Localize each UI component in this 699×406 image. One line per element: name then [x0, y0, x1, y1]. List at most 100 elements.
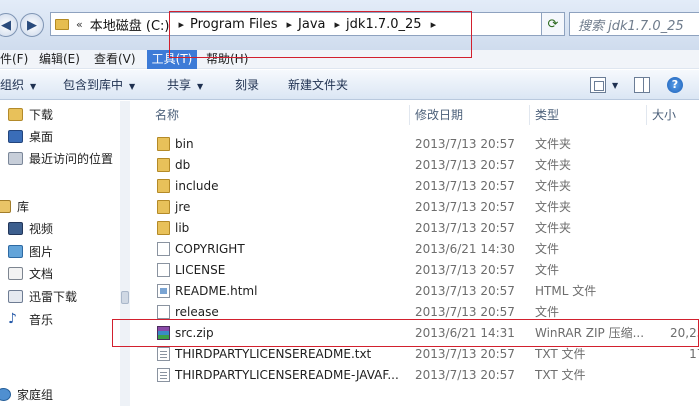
file-type: HTML 文件: [535, 284, 597, 298]
column-header-name[interactable]: 名称: [155, 101, 179, 129]
menu-view[interactable]: 查看(V): [94, 50, 136, 69]
column-header-date[interactable]: 修改日期: [415, 101, 463, 129]
file-name: db: [175, 158, 191, 172]
burn-button[interactable]: 刻录: [235, 70, 259, 100]
column-divider[interactable]: [646, 105, 647, 125]
file-row[interactable]: lib 2013/7/13 20:57 文件夹: [131, 218, 699, 239]
file-size: 172: [689, 347, 699, 361]
command-bar: 组织 ▼ 包含到库中 ▼ 共享 ▼ 刻录 新建文件夹 ▼ ?: [0, 70, 699, 100]
nav-label: 下载: [29, 107, 54, 122]
documents-library-icon: [8, 266, 23, 280]
nav-item-libraries[interactable]: 库: [0, 195, 29, 217]
column-divider[interactable]: [409, 105, 410, 125]
dropdown-arrow-icon: ▼: [197, 82, 204, 91]
file-type: 文件: [535, 263, 560, 277]
chevron-right-icon[interactable]: ▸: [431, 18, 437, 31]
menu-tools[interactable]: 工具(T): [147, 49, 197, 69]
video-library-icon: [8, 221, 23, 235]
column-header-type[interactable]: 类型: [535, 101, 559, 129]
file-type: 文件夹: [535, 221, 572, 235]
column-divider[interactable]: [529, 105, 530, 125]
nav-label: 桌面: [29, 129, 54, 144]
breadcrumb-overflow[interactable]: «: [76, 18, 83, 31]
menu-help[interactable]: 帮助(H): [206, 50, 248, 69]
breadcrumb-java[interactable]: Java: [298, 17, 325, 32]
homegroup-icon: [0, 387, 11, 401]
chevron-right-icon[interactable]: ▸: [178, 18, 184, 31]
nav-label: 最近访问的位置: [29, 151, 114, 166]
file-row[interactable]: src.zip 2013/6/21 14:31 WinRAR ZIP 压缩... 20…: [131, 323, 699, 344]
file-icon: [157, 305, 170, 319]
refresh-button[interactable]: ⟳: [541, 12, 565, 36]
view-options-icon[interactable]: [590, 77, 606, 93]
include-in-library-button[interactable]: 包含到库中 ▼: [63, 70, 135, 100]
file-date: 2013/7/13 20:57: [415, 284, 515, 298]
nav-scroll-thumb[interactable]: [121, 291, 129, 304]
file-row[interactable]: THIRDPARTYLICENSEREADME.txt 2013/7/13 20:…: [131, 344, 699, 365]
preview-pane-icon[interactable]: [634, 77, 650, 93]
nav-label: 视频: [29, 221, 54, 236]
file-row[interactable]: bin 2013/7/13 20:57 文件夹: [131, 134, 699, 155]
file-row[interactable]: release 2013/7/13 20:57 文件 1: [131, 302, 699, 323]
nav-label: 文档: [29, 266, 54, 281]
file-row[interactable]: COPYRIGHT 2013/6/21 14:30 文件 4: [131, 239, 699, 260]
address-field[interactable]: « 本地磁盘 (C:) ▸ Program Files ▸ Java ▸ jdk…: [50, 12, 559, 36]
nav-item-pictures[interactable]: 图片: [8, 240, 53, 262]
file-name: COPYRIGHT: [175, 242, 245, 256]
search-input[interactable]: 搜索 jdk1.7.0_25: [569, 12, 699, 36]
file-row[interactable]: jre 2013/7/13 20:57 文件夹: [131, 197, 699, 218]
chevron-right-icon[interactable]: ▸: [335, 18, 341, 31]
breadcrumb-jdk[interactable]: jdk1.7.0_25: [346, 17, 422, 32]
file-row[interactable]: db 2013/7/13 20:57 文件夹: [131, 155, 699, 176]
file-date: 2013/7/13 20:57: [415, 305, 515, 319]
file-name: include: [175, 179, 219, 193]
text-file-icon: [157, 368, 170, 382]
file-row[interactable]: include 2013/7/13 20:57 文件夹: [131, 176, 699, 197]
file-date: 2013/7/13 20:57: [415, 158, 515, 172]
back-arrow-icon: ◀: [1, 17, 11, 33]
file-date: 2013/6/21 14:31: [415, 326, 515, 340]
nav-item-music[interactable]: ♪ 音乐: [8, 308, 53, 330]
menu-file[interactable]: 件(F): [0, 50, 28, 69]
chevron-right-icon[interactable]: ▸: [287, 18, 293, 31]
file-name: bin: [175, 137, 194, 151]
nav-item-documents[interactable]: 文档: [8, 262, 53, 284]
back-button[interactable]: ◀: [0, 13, 18, 37]
nav-label: 库: [17, 199, 30, 214]
text-file-icon: [157, 347, 170, 361]
nav-label: 图片: [29, 244, 54, 259]
nav-label: 音乐: [29, 312, 54, 327]
menu-edit[interactable]: 编辑(E): [39, 50, 80, 69]
file-type: 文件: [535, 305, 560, 319]
nav-item-homegroup[interactable]: 家庭组: [0, 383, 53, 405]
file-icon: [157, 263, 170, 277]
column-header-size[interactable]: 大小: [652, 101, 676, 129]
file-name: src.zip: [175, 326, 214, 340]
breadcrumb-program-files[interactable]: Program Files: [190, 17, 278, 32]
file-size: 1: [652, 260, 699, 281]
folder-icon: [157, 158, 170, 172]
menu-bar: 件(F) 编辑(E) 查看(V) 工具(T) 帮助(H): [0, 49, 699, 69]
nav-item-desktop[interactable]: 桌面: [8, 125, 53, 147]
forward-button[interactable]: ▶: [20, 13, 44, 37]
file-row[interactable]: THIRDPARTYLICENSEREADME-JAVAF... 2013/7/1…: [131, 365, 699, 386]
file-date: 2013/7/13 20:57: [415, 200, 515, 214]
view-dropdown-arrow-icon[interactable]: ▼: [612, 81, 618, 90]
nav-item-recent[interactable]: 最近访问的位置: [8, 147, 113, 169]
nav-scrollbar[interactable]: [120, 101, 130, 406]
address-bar-row: ◀ ▶ « 本地磁盘 (C:) ▸ Program Files ▸ Java ▸…: [0, 0, 699, 50]
new-folder-button[interactable]: 新建文件夹: [288, 70, 348, 100]
folder-icon: [157, 221, 170, 235]
breadcrumb-local-disk[interactable]: 本地磁盘 (C:): [90, 15, 170, 34]
help-icon[interactable]: ?: [667, 77, 683, 93]
file-row[interactable]: README.html 2013/7/13 20:57 HTML 文件 1: [131, 281, 699, 302]
share-button[interactable]: 共享 ▼: [167, 70, 203, 100]
file-date: 2013/7/13 20:57: [415, 263, 515, 277]
file-date: 2013/7/13 20:57: [415, 221, 515, 235]
nav-item-videos[interactable]: 视频: [8, 217, 53, 239]
file-row[interactable]: LICENSE 2013/7/13 20:57 文件 1: [131, 260, 699, 281]
nav-item-thunder-downloads[interactable]: 迅雷下载: [8, 285, 77, 307]
organize-button[interactable]: 组织 ▼: [0, 70, 36, 100]
nav-item-downloads[interactable]: 下载: [8, 103, 53, 125]
recent-places-icon: [8, 151, 23, 165]
